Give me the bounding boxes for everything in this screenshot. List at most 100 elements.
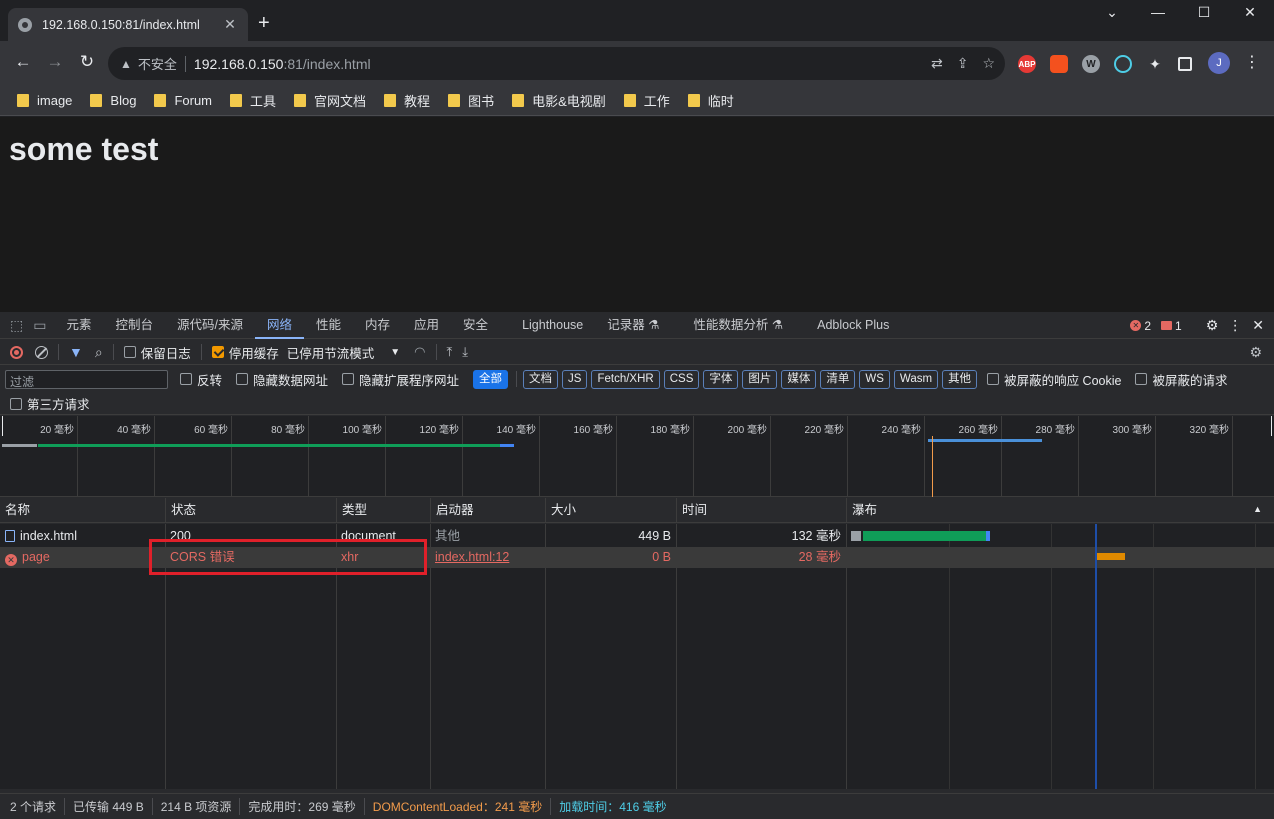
record-icon[interactable] xyxy=(10,345,23,359)
bookmark-folder[interactable]: 工具 xyxy=(230,91,276,110)
blocked-requests-checkbox[interactable]: 被屏蔽的请求 xyxy=(1135,370,1227,389)
warning-count-badge[interactable]: 1 xyxy=(1161,319,1182,333)
tab-search-icon[interactable]: ⌄ xyxy=(1089,4,1135,21)
filter-input[interactable]: 过滤 xyxy=(5,369,168,389)
request-name[interactable]: ✕ page xyxy=(0,547,165,568)
more-menu-icon[interactable]: ⋮ xyxy=(1241,52,1263,72)
tab-security[interactable]: 安全 xyxy=(451,312,500,339)
close-devtools-icon[interactable]: ✕ xyxy=(1252,317,1264,334)
reload-icon[interactable]: ↻ xyxy=(76,52,98,72)
export-har-icon[interactable]: ⤓ xyxy=(462,344,468,360)
close-tab-icon[interactable]: ✕ xyxy=(222,16,238,33)
bookmark-star-icon[interactable]: ☆ xyxy=(982,55,995,72)
type-filter-xhr[interactable]: Fetch/XHR xyxy=(591,369,660,389)
error-count-badge[interactable]: ✕ 2 xyxy=(1130,319,1151,333)
blocked-cookies-checkbox[interactable]: 被屏蔽的响应 Cookie xyxy=(987,370,1121,389)
third-party-checkbox[interactable]: 第三方请求 xyxy=(10,394,90,413)
bookmark-folder[interactable]: 工作 xyxy=(623,91,670,110)
bookmark-folder[interactable]: 图书 xyxy=(448,91,494,110)
type-filter-img[interactable]: 图片 xyxy=(742,369,778,389)
warning-icon[interactable]: ▲ xyxy=(120,57,132,71)
tab-sources[interactable]: 源代码/来源 xyxy=(165,312,255,339)
extension-orange-icon[interactable] xyxy=(1050,55,1068,73)
maximize-icon[interactable]: ☐ xyxy=(1181,4,1227,21)
column-header-initiator[interactable]: 启动器 xyxy=(430,498,546,523)
column-header-name[interactable]: 名称 xyxy=(0,498,166,523)
tab-application[interactable]: 应用 xyxy=(402,312,451,339)
preserve-log-checkbox[interactable]: 保留日志 xyxy=(123,343,191,362)
tab-elements[interactable]: 元素 xyxy=(54,312,103,339)
side-panel-icon[interactable] xyxy=(1178,57,1192,71)
hide-extension-urls-checkbox[interactable]: 隐藏扩展程序网址 xyxy=(342,370,459,389)
adblock-plus-icon[interactable]: ABP xyxy=(1018,55,1036,73)
browser-tab[interactable]: 192.168.0.150:81/index.html ✕ xyxy=(8,8,248,41)
clear-icon[interactable] xyxy=(35,345,48,359)
disable-cache-checkbox[interactable]: 停用缓存 xyxy=(211,343,279,362)
overview-start-handle[interactable] xyxy=(2,416,3,436)
puzzle-icon[interactable]: ✦ xyxy=(1146,55,1164,73)
tab-network[interactable]: 网络 xyxy=(254,312,305,339)
profile-avatar[interactable]: J xyxy=(1208,52,1230,74)
network-settings-icon[interactable]: ⚙ xyxy=(1249,344,1262,361)
throttle-select[interactable]: 已停用节流模式 ▼ xyxy=(287,343,400,362)
search-icon[interactable]: ⌕ xyxy=(95,344,103,361)
type-filter-manifest[interactable]: 清单 xyxy=(820,369,856,389)
security-label[interactable]: 不安全 xyxy=(138,54,177,73)
inspect-element-icon[interactable]: ⬚ xyxy=(10,317,23,334)
column-header-status[interactable]: 状态 xyxy=(165,498,337,523)
request-name[interactable]: index.html xyxy=(0,526,165,547)
tab-lighthouse[interactable]: Lighthouse xyxy=(510,312,595,339)
type-filter-wasm[interactable]: Wasm xyxy=(893,369,939,389)
column-header-type[interactable]: 类型 xyxy=(336,498,431,523)
tab-console[interactable]: 控制台 xyxy=(103,312,165,339)
bookmark-folder[interactable]: Forum xyxy=(154,93,212,108)
hide-data-urls-checkbox[interactable]: 隐藏数据网址 xyxy=(236,370,328,389)
tab-memory[interactable]: 内存 xyxy=(353,312,402,339)
type-filter-font[interactable]: 字体 xyxy=(703,369,739,389)
request-initiator-link[interactable]: index.html:12 xyxy=(430,547,545,568)
tab-recorder[interactable]: 记录器 ⚗ xyxy=(595,312,671,339)
column-header-size[interactable]: 大小 xyxy=(545,498,677,523)
bookmark-folder[interactable]: 教程 xyxy=(384,91,430,110)
bookmark-folder[interactable]: Blog xyxy=(90,93,136,108)
share-icon[interactable]: ⇪ xyxy=(957,55,969,72)
forward-icon[interactable]: → xyxy=(44,52,66,72)
overview-tick-label: 320 毫秒 xyxy=(1189,425,1229,436)
device-toolbar-icon[interactable]: ▭ xyxy=(33,317,46,334)
overview-end-handle[interactable] xyxy=(1271,416,1272,436)
tab-performance-insights[interactable]: 性能数据分析 ⚗ xyxy=(681,312,795,339)
minimize-icon[interactable]: — xyxy=(1135,4,1181,20)
bookmark-folder[interactable]: 电影&电视剧 xyxy=(512,91,606,110)
type-filter-media[interactable]: 媒体 xyxy=(781,369,817,389)
bookmark-folder[interactable]: image xyxy=(17,93,72,108)
translate-icon[interactable]: ⇄ xyxy=(931,55,943,72)
extension-glasses-icon[interactable] xyxy=(1114,55,1132,73)
address-bar[interactable]: ▲ 不安全 192.168.0.150 :81/index.html ⇄ ⇪ ☆ xyxy=(108,47,1005,80)
tab-performance[interactable]: 性能 xyxy=(304,312,353,339)
type-filter-other[interactable]: 其他 xyxy=(942,369,978,389)
filter-icon[interactable]: ▼ xyxy=(69,344,83,360)
bookmark-folder[interactable]: 临时 xyxy=(687,91,734,110)
type-filter-js[interactable]: JS xyxy=(562,369,588,389)
settings-gear-icon[interactable]: ⚙ xyxy=(1206,317,1219,334)
close-window-icon[interactable]: ✕ xyxy=(1227,4,1273,21)
tab-adblock-plus[interactable]: Adblock Plus xyxy=(805,312,901,339)
bookmark-folder[interactable]: 官网文档 xyxy=(294,91,366,110)
new-tab-button[interactable]: + xyxy=(258,12,270,35)
column-header-waterfall[interactable]: 瀑布 xyxy=(846,498,1274,523)
back-icon[interactable]: ← xyxy=(12,52,34,72)
column-header-time[interactable]: 时间 xyxy=(676,498,847,523)
more-options-icon[interactable]: ⋮ xyxy=(1228,317,1242,334)
type-filter-css[interactable]: CSS xyxy=(663,369,700,389)
type-filter-doc[interactable]: 文档 xyxy=(523,369,559,389)
extension-w-icon[interactable]: W xyxy=(1082,55,1100,73)
network-conditions-icon[interactable]: ◠ xyxy=(414,344,425,360)
type-filter-ws[interactable]: WS xyxy=(859,369,890,389)
invert-checkbox[interactable]: 反转 xyxy=(180,370,222,389)
overview-timeline[interactable]: 20 毫秒 40 毫秒 60 毫秒 80 毫秒 100 毫秒 120 毫秒 140 毫秒 16… xyxy=(0,416,1274,497)
sort-ascending-icon[interactable]: ▲ xyxy=(1253,504,1262,514)
import-har-icon[interactable]: ⤒ xyxy=(447,344,453,360)
folder-icon xyxy=(294,94,307,107)
request-time: 132 毫秒 xyxy=(791,529,841,543)
type-filter-all[interactable]: 全部 xyxy=(473,369,509,389)
